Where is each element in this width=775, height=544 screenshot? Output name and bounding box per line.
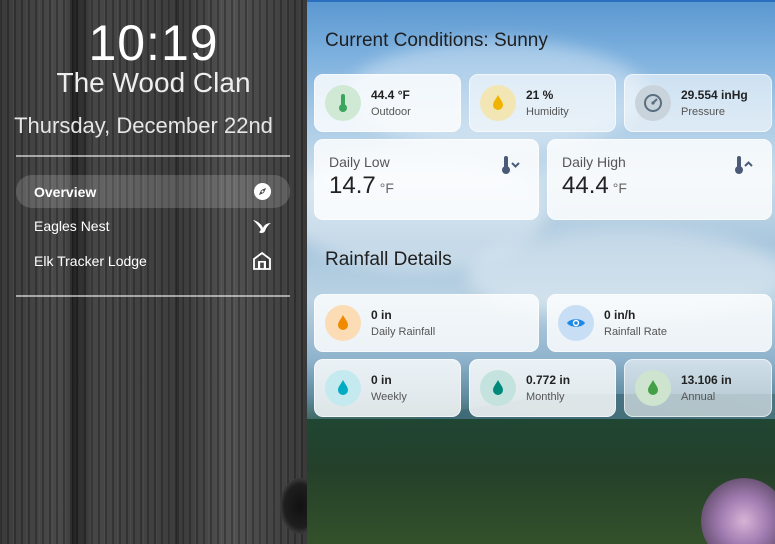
daily-rainfall-value: 0 in [371, 307, 392, 322]
daily-high-card[interactable]: Daily High 44.4 °F [547, 139, 772, 220]
thermometer-icon [325, 85, 361, 121]
thermometer-chevron-up-icon [733, 154, 759, 176]
daily-high-reading: 44.4 °F [562, 172, 757, 200]
clock-time: 10:19 [88, 15, 219, 71]
sidebar-item-label: Eagles Nest [34, 218, 110, 234]
rainfall-rate-card[interactable]: 0 in/h Rainfall Rate [547, 294, 772, 352]
daily-low-value: 14.7 [329, 172, 376, 199]
pressure-label: Pressure [681, 105, 726, 118]
daily-high-unit: °F [612, 180, 627, 196]
daily-high-value: 44.4 [562, 172, 609, 199]
water-drop-icon [325, 305, 361, 341]
annual-rainfall-label: Annual [681, 390, 716, 403]
gauge-icon [635, 85, 671, 121]
pressure-card[interactable]: 29.554 inHg Pressure [624, 74, 772, 132]
compass-icon [252, 182, 272, 202]
rainfall-title: Rainfall Details [325, 249, 452, 270]
main-dashboard: Current Conditions: Sunny 44.4 °F Outdoo… [307, 0, 775, 544]
sidebar-item-eagles-nest[interactable]: Eagles Nest [16, 210, 290, 243]
daily-rainfall-label: Daily Rainfall [371, 325, 436, 338]
monthly-rainfall-value: 0.772 in [526, 372, 571, 387]
sidebar-item-label: Overview [34, 183, 97, 200]
sidebar-nav: Overview Eagles Nest Elk Tracker Lodge [16, 175, 290, 279]
water-drop-icon [325, 370, 361, 406]
daily-low-reading: 14.7 °F [329, 172, 524, 200]
thermometer-chevron-down-icon [500, 154, 526, 176]
water-drop-icon [480, 370, 516, 406]
weekly-rainfall-value: 0 in [371, 372, 392, 387]
daily-low-card[interactable]: Daily Low 14.7 °F [314, 139, 539, 220]
rainfall-rate-value: 0 in/h [604, 307, 636, 322]
divider-top [16, 155, 290, 157]
rainfall-rate-label: Rainfall Rate [604, 325, 667, 338]
outdoor-temp-label: Outdoor [371, 105, 411, 118]
daily-low-label: Daily Low [329, 154, 390, 170]
weekly-rainfall-card[interactable]: 0 in Weekly [314, 359, 461, 417]
sidebar-item-label: Elk Tracker Lodge [34, 252, 147, 269]
sidebar-item-elk-tracker-lodge[interactable]: Elk Tracker Lodge [16, 244, 290, 277]
divider-bottom [16, 295, 290, 297]
daily-high-label: Daily High [562, 154, 626, 170]
daily-low-unit: °F [379, 180, 394, 196]
eye-icon [558, 305, 594, 341]
sidebar-item-overview[interactable]: Overview [16, 175, 290, 208]
wood-knot [280, 478, 307, 534]
annual-rainfall-card[interactable]: 13.106 in Annual [624, 359, 772, 417]
annual-rainfall-value: 13.106 in [681, 372, 732, 387]
daily-rainfall-card[interactable]: 0 in Daily Rainfall [314, 294, 539, 352]
water-percent-icon [480, 85, 516, 121]
monthly-rainfall-card[interactable]: 0.772 in Monthly [469, 359, 616, 417]
outdoor-temp-value: 44.4 °F [371, 87, 410, 102]
water-drop-icon [635, 370, 671, 406]
current-date: Thursday, December 22nd [14, 113, 273, 138]
humidity-card[interactable]: 21 % Humidity [469, 74, 616, 132]
pressure-value: 29.554 inHg [681, 87, 748, 102]
monthly-rainfall-label: Monthly [526, 390, 565, 403]
lodge-icon [252, 251, 272, 271]
weekly-rainfall-label: Weekly [371, 390, 407, 403]
humidity-value: 21 % [526, 87, 554, 102]
sidebar: 10:19 The Wood Clan Thursday, December 2… [0, 0, 307, 544]
humidity-label: Humidity [526, 105, 569, 118]
swift-bird-icon [252, 216, 272, 236]
home-title: The Wood Clan [56, 67, 251, 98]
outdoor-temp-card[interactable]: 44.4 °F Outdoor [314, 74, 461, 132]
conditions-title: Current Conditions: Sunny [325, 30, 548, 51]
